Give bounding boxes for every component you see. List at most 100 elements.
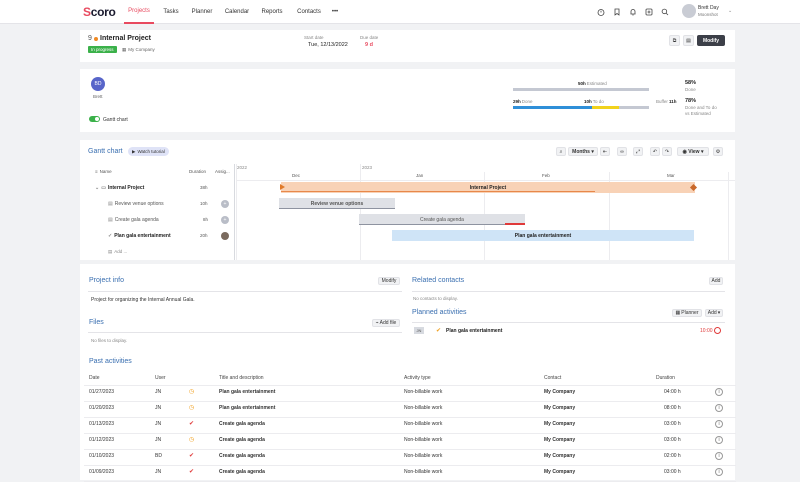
gantt-bar-task-active[interactable]: Plan gala entertainment <box>392 230 694 241</box>
add-assignee-icon[interactable]: + <box>221 216 229 224</box>
clock-icon[interactable]: ◷ <box>189 404 194 411</box>
row-type: Non-billable work <box>404 453 443 459</box>
col-duration-header[interactable]: Duration <box>189 169 206 174</box>
start-date-value[interactable]: Tue, 12/13/2022 <box>308 42 348 48</box>
row-title[interactable]: Plan gala entertainment <box>219 405 275 411</box>
gantt-add-row[interactable]: ▤ Add ... <box>108 249 127 255</box>
nav-contacts[interactable]: Contacts <box>292 0 326 24</box>
col-contact-header[interactable]: Contact <box>544 375 561 381</box>
clock-icon[interactable]: ◷ <box>189 388 194 395</box>
due-date-value[interactable]: 9 d <box>365 42 373 48</box>
col-name-header[interactable]: ≡ Name <box>95 169 112 174</box>
months-dropdown[interactable]: Months ▾ <box>568 147 598 156</box>
gantt-row-name: Create gala agenda <box>114 217 159 223</box>
todo-readout: 10h To do <box>584 99 604 104</box>
user-name[interactable]: Brett Day <box>698 5 719 11</box>
gear-icon[interactable]: ⚙ <box>713 147 723 156</box>
row-type: Non-billable work <box>404 389 443 395</box>
past-activities-title: Past activities <box>89 358 132 365</box>
row-title[interactable]: Create gala agenda <box>219 421 265 427</box>
col-user-header[interactable]: User <box>155 375 166 381</box>
project-company[interactable]: ▦ My Company <box>122 47 155 53</box>
row-title[interactable]: Create gala agenda <box>219 437 265 443</box>
bell-icon[interactable] <box>628 7 638 17</box>
nav-more[interactable]: ••• <box>328 0 342 24</box>
chevron-down-icon: ⌄ <box>95 185 100 191</box>
bookmark-icon[interactable] <box>612 7 622 17</box>
collapse-icon[interactable]: ⇤ <box>600 147 610 156</box>
todo-value: 10h <box>584 99 592 104</box>
activity-user-badge: JN <box>414 327 424 334</box>
gantt-row-task[interactable]: ▤ Review venue options <box>108 201 164 207</box>
col-duration-header[interactable]: Duration <box>656 375 675 381</box>
nav-reports[interactable]: Reports <box>258 0 286 24</box>
add-assignee-icon[interactable]: + <box>221 200 229 208</box>
add-file-button[interactable]: ⌁ Add file <box>372 319 400 327</box>
row-contact: My Company <box>544 437 576 443</box>
divider <box>88 291 402 292</box>
nav-planner[interactable]: Planner <box>189 0 215 24</box>
buffer-readout: Buffer 11h <box>656 99 676 104</box>
info-icon[interactable]: i <box>715 404 723 412</box>
info-icon[interactable]: i <box>715 388 723 396</box>
info-icon[interactable]: i <box>715 468 723 476</box>
add-icon[interactable] <box>644 7 654 17</box>
gantt-row-project[interactable]: ⌄ ▭ Internal Project <box>95 185 144 191</box>
row-title[interactable]: Create gala agenda <box>219 469 265 475</box>
project-info-modify-button[interactable]: Modify <box>378 277 400 285</box>
row-title[interactable]: Create gala agenda <box>219 453 265 459</box>
check-icon[interactable]: ✔ <box>189 468 194 475</box>
row-date: 01/13/2023 <box>89 421 115 427</box>
redo-icon[interactable]: ↷ <box>662 147 672 156</box>
overdue-icon[interactable] <box>714 327 721 334</box>
check-icon[interactable]: ✔ <box>189 452 194 459</box>
clock-icon[interactable]: ◷ <box>189 436 194 443</box>
related-contacts-title: Related contacts <box>412 277 465 284</box>
calendar-icon: ▦ <box>675 310 681 316</box>
nav-tasks[interactable]: Tasks <box>158 0 184 24</box>
nav-projects[interactable]: Projects <box>124 0 154 24</box>
status-badge[interactable]: In progress <box>88 46 117 53</box>
timer-icon[interactable] <box>596 7 606 17</box>
modify-button[interactable]: Modify <box>697 35 725 46</box>
col-type-header[interactable]: Activity type <box>404 375 431 381</box>
expand-icon[interactable]: ⤢ <box>633 147 643 156</box>
link-icon[interactable]: ∞ <box>617 147 627 156</box>
planned-activity-title[interactable]: Plan gala entertainment <box>446 328 502 334</box>
info-icon[interactable]: i <box>715 436 723 444</box>
gantt-row-task[interactable]: ▤ Create gala agenda <box>108 217 159 223</box>
copy-icon[interactable]: ⧉ <box>669 35 680 46</box>
col-date-header[interactable]: Date <box>89 375 100 381</box>
planner-button[interactable]: ▦ Planner <box>672 309 702 317</box>
view-dropdown[interactable]: ◉ View ▾ <box>677 147 709 156</box>
divider <box>412 291 725 292</box>
col-title-header[interactable]: Title and description <box>219 375 264 381</box>
gantt-toggle[interactable] <box>89 116 100 122</box>
info-icon[interactable]: i <box>715 452 723 460</box>
grid-icon[interactable]: ▤ <box>683 35 694 46</box>
project-title: Internal Project <box>100 35 151 42</box>
checkmark-icon[interactable]: ✔ <box>436 327 441 334</box>
row-user: BD <box>155 453 162 459</box>
info-icon[interactable]: i <box>715 420 723 428</box>
user-avatar[interactable] <box>682 4 696 18</box>
play-icon: ▶ <box>132 149 136 154</box>
row-date: 01/20/2023 <box>89 405 115 411</box>
col-assign-header[interactable]: Assig... <box>215 169 230 174</box>
row-title[interactable]: Plan gala entertainment <box>219 389 275 395</box>
timeline-month: Jan <box>416 173 424 178</box>
check-icon[interactable]: ✔ <box>189 420 194 427</box>
scoro-logo[interactable]: Scoro <box>83 5 116 19</box>
watch-tutorial-button[interactable]: ▶ Watch tutorial <box>128 147 169 156</box>
chevron-down-icon[interactable]: ⌄ <box>728 8 732 14</box>
manager-name: Brett <box>93 94 103 99</box>
add-contact-button[interactable]: Add <box>709 277 723 285</box>
nav-calendar[interactable]: Calendar <box>220 0 254 24</box>
undo-icon[interactable]: ↶ <box>650 147 660 156</box>
add-activity-button[interactable]: Add ▾ <box>705 309 723 317</box>
gantt-row-task[interactable]: ✓ Plan gala entertainment <box>108 233 171 239</box>
assignee-avatar[interactable] <box>221 232 229 240</box>
manager-avatar[interactable]: BD <box>91 77 105 91</box>
search-icon[interactable] <box>660 7 670 17</box>
zoom-icon[interactable]: ⌕ <box>556 147 566 156</box>
